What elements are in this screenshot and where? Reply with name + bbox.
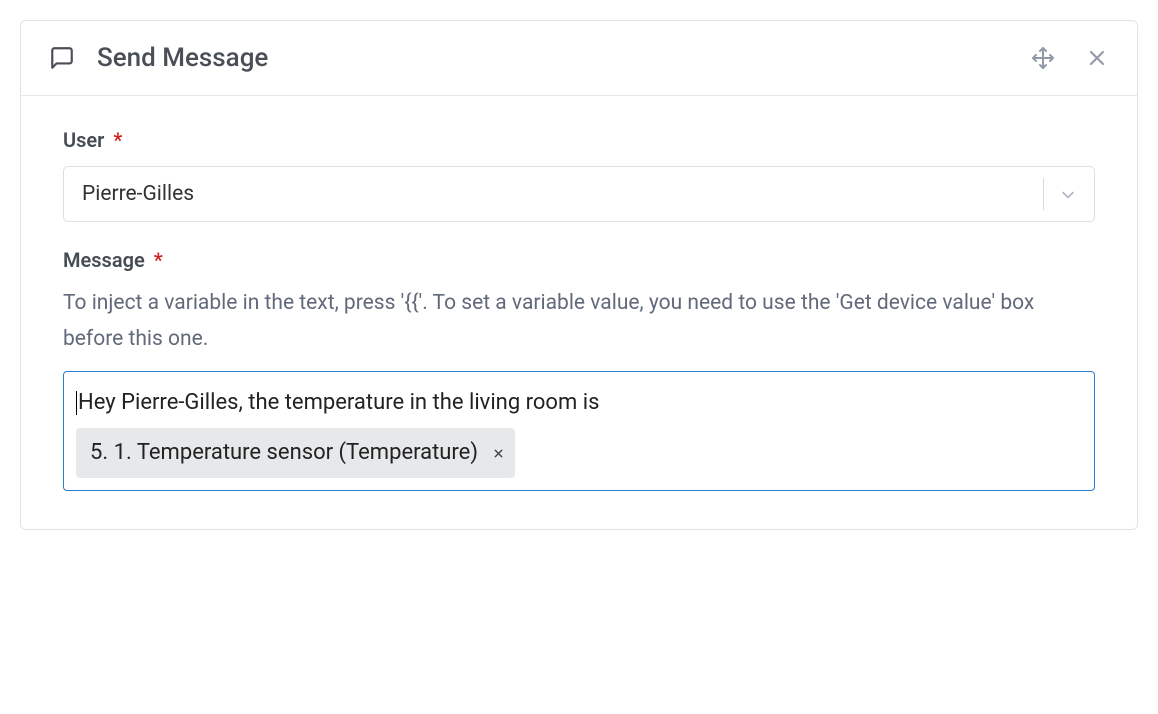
user-select-value: Pierre-Gilles <box>82 182 1033 206</box>
message-input[interactable]: Hey Pierre-Gilles, the temperature in th… <box>63 371 1095 491</box>
required-asterisk: * <box>154 248 163 272</box>
card-title: Send Message <box>97 43 1031 73</box>
message-icon <box>49 45 79 71</box>
text-cursor <box>76 391 77 415</box>
variable-tag-label: 5. 1. Temperature sensor (Temperature) <box>90 432 478 474</box>
message-label: Message * <box>63 248 1095 272</box>
user-label: User * <box>63 128 1095 152</box>
required-asterisk: * <box>113 128 122 152</box>
send-message-card: Send Message <box>20 20 1138 530</box>
card-body: User * Pierre-Gilles Message * To inject… <box>21 96 1137 529</box>
move-icon[interactable] <box>1031 46 1055 70</box>
message-help-text: To inject a variable in the text, press … <box>63 286 1095 357</box>
header-actions <box>1031 46 1109 70</box>
chevron-down-icon <box>1058 185 1076 203</box>
select-divider <box>1043 178 1044 210</box>
close-icon[interactable] <box>1085 46 1109 70</box>
message-field-group: Message * To inject a variable in the te… <box>63 248 1095 491</box>
message-body-text: Hey Pierre-Gilles, the temperature in th… <box>78 390 599 415</box>
variable-tag[interactable]: 5. 1. Temperature sensor (Temperature) <box>76 428 515 478</box>
user-select[interactable]: Pierre-Gilles <box>63 166 1095 222</box>
message-label-text: Message <box>63 248 145 272</box>
remove-tag-icon[interactable] <box>492 447 505 460</box>
card-header: Send Message <box>21 21 1137 96</box>
user-label-text: User <box>63 128 104 152</box>
user-field-group: User * Pierre-Gilles <box>63 128 1095 222</box>
